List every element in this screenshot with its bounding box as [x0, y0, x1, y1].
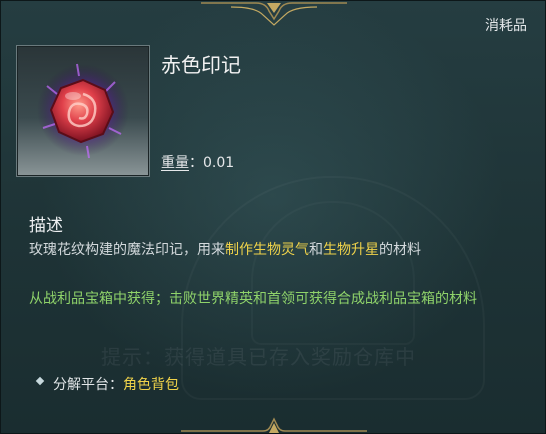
top-ornament-icon	[201, 2, 347, 26]
item-category: 消耗品	[485, 18, 527, 34]
diamond-bullet-icon	[35, 376, 45, 386]
description-highlight: 制作生物灵气	[225, 242, 309, 258]
description-highlight: 生物升星	[323, 242, 379, 258]
decompose-platform: 分解平台：角色背包	[35, 374, 179, 394]
weight-label: 重量	[161, 155, 189, 171]
background-hint-text: 提示：获得道具已存入奖励仓库中	[101, 345, 416, 369]
item-name: 赤色印记	[161, 53, 241, 77]
description-part: 和	[309, 242, 323, 258]
item-icon-slot	[16, 45, 150, 177]
item-weight: 重量：0.01	[161, 152, 234, 172]
item-source-text: 从战利品宝箱中获得；击败世界精英和首领可获得合成战利品宝箱的材料	[29, 291, 477, 307]
description-heading: 描述	[29, 216, 63, 236]
red-rose-gem-icon	[37, 63, 129, 159]
background-decoration-inner	[251, 201, 415, 345]
weight-value: 0.01	[203, 155, 235, 171]
decompose-label: 分解平台：	[53, 377, 123, 393]
decompose-value: 角色背包	[123, 377, 179, 393]
weight-separator: ：	[189, 155, 203, 171]
item-tooltip: 提示：获得道具已存入奖励仓库中 消耗品 赤色印记 重量：0.01 描述 玫瑰花纹…	[0, 0, 546, 434]
bottom-ornament-icon	[181, 417, 367, 433]
description-text: 玫瑰花纹构建的魔法印记，用来制作生物灵气和生物升星的材料	[29, 239, 421, 259]
description-part: 的材料	[379, 242, 421, 258]
description-part: 玫瑰花纹构建的魔法印记，用来	[29, 242, 225, 258]
